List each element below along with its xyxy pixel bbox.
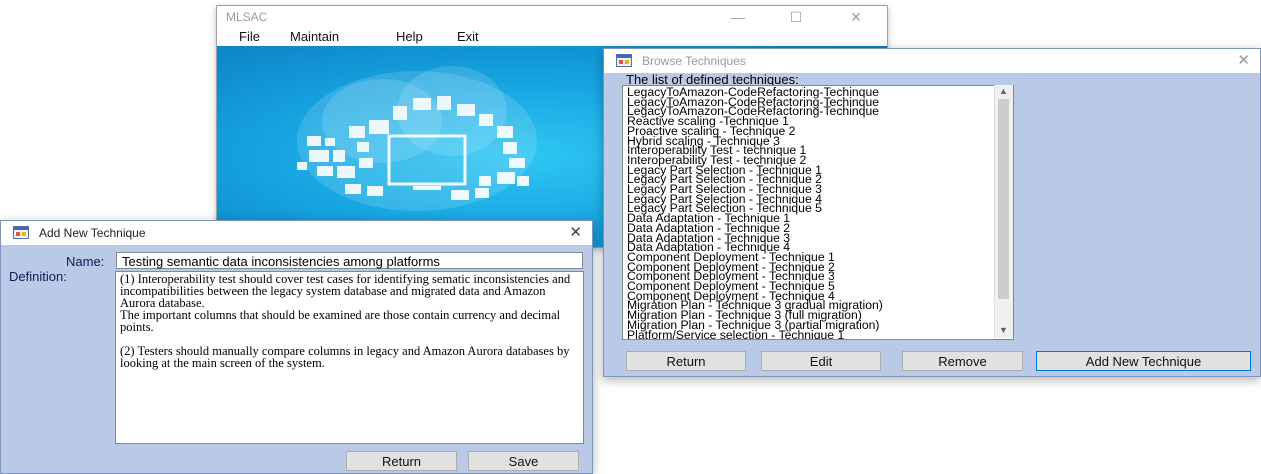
minimize-icon[interactable]: — bbox=[723, 8, 753, 26]
browse-title-bar: Browse Techniques ✕ bbox=[604, 49, 1260, 73]
browse-dialog-title: Browse Techniques bbox=[642, 54, 746, 68]
scroll-down-icon[interactable]: ▼ bbox=[999, 325, 1008, 335]
browse-return-button[interactable]: Return bbox=[626, 351, 746, 371]
close-icon[interactable]: ✕ bbox=[841, 8, 871, 26]
scroll-up-icon[interactable]: ▲ bbox=[999, 86, 1008, 96]
scrollbar-thumb[interactable] bbox=[998, 99, 1009, 299]
save-button[interactable]: Save bbox=[468, 451, 579, 471]
add-new-technique-button[interactable]: Add New Technique bbox=[1036, 351, 1251, 371]
definition-label: Definition: bbox=[9, 269, 67, 284]
name-label: Name: bbox=[66, 254, 105, 269]
main-menu-bar: File Maintain Help Exit bbox=[217, 28, 887, 46]
list-scrollbar[interactable]: ▲ ▼ bbox=[994, 85, 1013, 338]
close-icon[interactable]: ✕ bbox=[569, 223, 582, 241]
app-window-icon bbox=[13, 226, 29, 239]
menu-exit[interactable]: Exit bbox=[457, 29, 479, 44]
name-field[interactable]: Testing semantic data inconsistencies am… bbox=[116, 252, 583, 269]
definition-text: (1) Interoperability test should cover t… bbox=[120, 272, 571, 370]
close-icon[interactable]: ✕ bbox=[1237, 51, 1250, 69]
menu-help[interactable]: Help bbox=[396, 29, 423, 44]
menu-maintain[interactable]: Maintain bbox=[290, 29, 339, 44]
browse-techniques-dialog: Browse Techniques ✕ The list of defined … bbox=[603, 48, 1261, 377]
add-return-button[interactable]: Return bbox=[346, 451, 457, 471]
main-window-title: MLSAC bbox=[226, 10, 268, 24]
maximize-icon[interactable]: ☐ bbox=[781, 8, 811, 26]
add-new-technique-dialog: Add New Technique ✕ Name: Testing semant… bbox=[0, 220, 593, 474]
main-title-bar: MLSAC — ☐ ✕ bbox=[217, 6, 887, 28]
list-item[interactable]: Platform/Service selection - Technique 1 bbox=[627, 328, 844, 339]
technique-listbox[interactable]: LegacyToAmazon-CodeRefactoring-Techinque… bbox=[622, 85, 1014, 340]
remove-button[interactable]: Remove bbox=[902, 351, 1023, 371]
definition-textarea[interactable]: (1) Interoperability test should cover t… bbox=[115, 271, 584, 444]
add-dialog-title: Add New Technique bbox=[39, 226, 146, 240]
edit-button[interactable]: Edit bbox=[761, 351, 881, 371]
app-window-icon bbox=[616, 54, 632, 67]
menu-file[interactable]: File bbox=[239, 29, 260, 44]
add-title-bar: Add New Technique ✕ bbox=[1, 221, 592, 245]
